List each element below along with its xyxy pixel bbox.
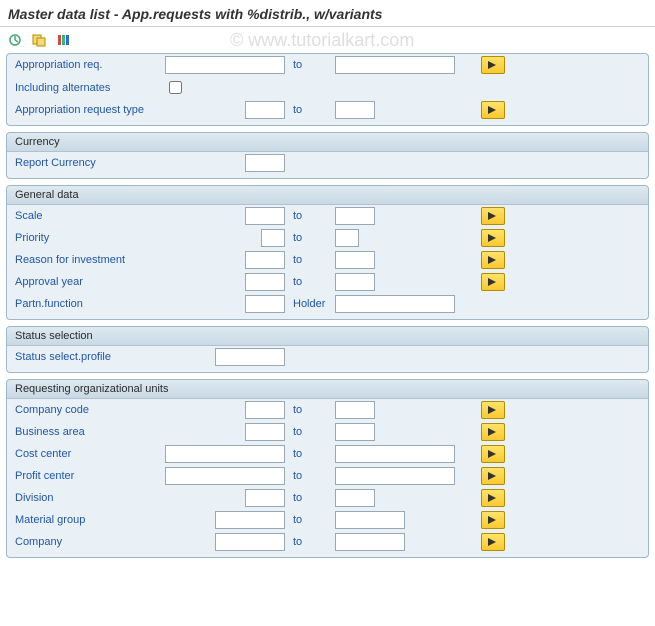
company-more-button[interactable] xyxy=(481,533,505,551)
to-label: to xyxy=(285,104,335,116)
to-label: to xyxy=(285,492,335,504)
to-label: to xyxy=(285,276,335,288)
group-status: Status selection Status select.profile xyxy=(6,326,649,373)
label-division: Division xyxy=(15,492,165,504)
company-from[interactable] xyxy=(215,533,285,551)
including-alternates-checkbox[interactable] xyxy=(169,81,182,94)
approval-year-from[interactable] xyxy=(245,273,285,291)
reason-from[interactable] xyxy=(245,251,285,269)
label-cost-center: Cost center xyxy=(15,448,165,460)
to-label: to xyxy=(285,210,335,222)
report-currency-input[interactable] xyxy=(245,154,285,172)
business-area-more-button[interactable] xyxy=(481,423,505,441)
scale-from[interactable] xyxy=(245,207,285,225)
label-partn: Partn.function xyxy=(15,298,165,310)
reason-to[interactable] xyxy=(335,251,375,269)
label-status-profile: Status select.profile xyxy=(15,351,165,363)
label-approp-type: Appropriation request type xyxy=(15,104,165,116)
group-currency: Currency Report Currency xyxy=(6,132,649,179)
company-code-more-button[interactable] xyxy=(481,401,505,419)
label-approval-year: Approval year xyxy=(15,276,165,288)
group-general: General data Scale to Priority to Reason… xyxy=(6,185,649,320)
group-header-general: General data xyxy=(7,186,648,205)
to-label: to xyxy=(285,404,335,416)
division-to[interactable] xyxy=(335,489,375,507)
business-area-from[interactable] xyxy=(245,423,285,441)
approval-year-more-button[interactable] xyxy=(481,273,505,291)
group-header-org: Requesting organizational units xyxy=(7,380,648,399)
priority-to[interactable] xyxy=(335,229,359,247)
group-header-currency: Currency xyxy=(7,133,648,152)
reason-more-button[interactable] xyxy=(481,251,505,269)
to-label: to xyxy=(285,514,335,526)
execute-icon[interactable] xyxy=(6,31,24,49)
to-label: to xyxy=(285,470,335,482)
to-label: to xyxy=(285,232,335,244)
label-report-currency: Report Currency xyxy=(15,157,165,169)
label-material-group: Material group xyxy=(15,514,165,526)
to-label: to xyxy=(285,426,335,438)
cost-center-from[interactable] xyxy=(165,445,285,463)
to-label: to xyxy=(285,536,335,548)
variants-icon[interactable] xyxy=(30,31,48,49)
approp-req-from[interactable] xyxy=(165,56,285,74)
profit-center-more-button[interactable] xyxy=(481,467,505,485)
scale-to[interactable] xyxy=(335,207,375,225)
label-incl-alt: Including alternates xyxy=(15,82,165,94)
approp-req-to[interactable] xyxy=(335,56,455,74)
cost-center-to[interactable] xyxy=(335,445,455,463)
priority-more-button[interactable] xyxy=(481,229,505,247)
label-business-area: Business area xyxy=(15,426,165,438)
priority-from[interactable] xyxy=(261,229,285,247)
scale-more-button[interactable] xyxy=(481,207,505,225)
company-code-from[interactable] xyxy=(245,401,285,419)
group-header-status: Status selection xyxy=(7,327,648,346)
toolbar xyxy=(0,27,655,53)
company-code-to[interactable] xyxy=(335,401,375,419)
label-scale: Scale xyxy=(15,210,165,222)
material-group-more-button[interactable] xyxy=(481,511,505,529)
group-top: Appropriation req. to Including alternat… xyxy=(6,53,649,126)
cost-center-more-button[interactable] xyxy=(481,445,505,463)
label-priority: Priority xyxy=(15,232,165,244)
selection-icon[interactable] xyxy=(54,31,72,49)
label-profit-center: Profit center xyxy=(15,470,165,482)
to-label: to xyxy=(285,254,335,266)
page-title: Master data list - App.requests with %di… xyxy=(0,0,655,27)
division-more-button[interactable] xyxy=(481,489,505,507)
label-holder: Holder xyxy=(285,298,335,310)
to-label: to xyxy=(285,59,335,71)
to-label: to xyxy=(285,448,335,460)
label-company-code: Company code xyxy=(15,404,165,416)
profit-center-to[interactable] xyxy=(335,467,455,485)
group-org: Requesting organizational units Company … xyxy=(6,379,649,558)
approp-type-to[interactable] xyxy=(335,101,375,119)
label-reason: Reason for investment xyxy=(15,254,165,266)
approp-type-from[interactable] xyxy=(245,101,285,119)
status-profile-input[interactable] xyxy=(215,348,285,366)
material-group-to[interactable] xyxy=(335,511,405,529)
division-from[interactable] xyxy=(245,489,285,507)
material-group-from[interactable] xyxy=(215,511,285,529)
business-area-to[interactable] xyxy=(335,423,375,441)
label-company: Company xyxy=(15,536,165,548)
approp-type-more-button[interactable] xyxy=(481,101,505,119)
holder-input[interactable] xyxy=(335,295,455,313)
profit-center-from[interactable] xyxy=(165,467,285,485)
label-approp-req: Appropriation req. xyxy=(15,59,165,71)
approval-year-to[interactable] xyxy=(335,273,375,291)
partn-function-input[interactable] xyxy=(245,295,285,313)
company-to[interactable] xyxy=(335,533,405,551)
approp-req-more-button[interactable] xyxy=(481,56,505,74)
